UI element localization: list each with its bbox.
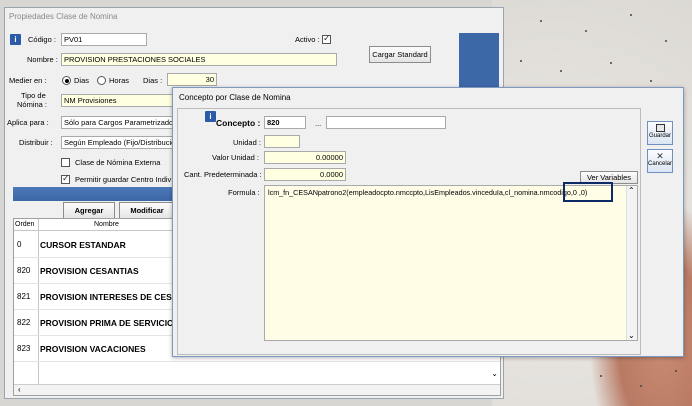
nombre-header[interactable]: Nombre <box>94 221 119 228</box>
nombre-field[interactable]: PROVISION PRESTACIONES SOCIALES <box>61 53 337 66</box>
background-dot <box>640 385 642 387</box>
row-nombre: CURSOR ESTANDAR <box>40 240 126 250</box>
background-dot <box>585 30 587 32</box>
row-nombre: PROVISION INTERESES DE CES <box>40 292 172 302</box>
horas-radio[interactable] <box>97 75 106 85</box>
background-dot <box>600 375 602 377</box>
dias-option-label: Dias <box>74 76 90 85</box>
medir-label: Medier en : <box>9 76 47 85</box>
info-icon: i <box>205 111 216 122</box>
background-dot <box>675 370 677 372</box>
scroll-down-icon[interactable]: ⌄ <box>491 369 498 378</box>
formula-scrollbar[interactable]: ⌃ ⌄ <box>626 186 637 340</box>
activo-checkbox[interactable] <box>322 33 331 44</box>
clase-externa-checkbox[interactable] <box>61 157 70 167</box>
horas-option-label: Horas <box>109 76 130 85</box>
permitir-checkbox[interactable] <box>61 173 70 184</box>
modificar-button[interactable]: Modificar <box>119 202 175 219</box>
row-orden: 822 <box>17 318 31 327</box>
valor-unidad-field[interactable]: 0.00000 <box>264 151 346 164</box>
concepto-label: Concepto : <box>216 118 261 128</box>
aplica-field[interactable]: Sólo para Cargos Parametrizados <box>61 116 173 129</box>
cant-predeterminada-label: Cant. Predeterminada : <box>184 170 262 179</box>
row-nombre: PROVISION VACACIONES <box>40 344 146 354</box>
scroll-down-icon[interactable]: ⌄ <box>628 331 635 340</box>
background-dot <box>540 20 542 22</box>
background-dot <box>560 70 562 72</box>
row-orden: 821 <box>17 292 31 301</box>
dias-field[interactable]: 30 <box>167 73 217 86</box>
distribuir-label: Distribuir : <box>19 138 53 147</box>
concepto-panel: i Concepto : 820 ... Unidad : Valor Unid… <box>177 108 641 355</box>
background-dot <box>520 60 522 62</box>
dias-value-label: Dias : <box>143 76 163 85</box>
concepto-field[interactable]: 820 <box>264 116 306 129</box>
row-nombre: PROVISION CESANTIAS <box>40 266 139 276</box>
row-orden: 0 <box>17 240 22 249</box>
cancelar-label: Cancelar <box>648 161 673 167</box>
distribuir-field[interactable]: Según Empleado (Fijo/Distribución) <box>61 136 173 149</box>
background-dot <box>630 14 632 16</box>
cant-predeterminada-field[interactable]: 0.0000 <box>264 168 346 181</box>
formula-label: Formula : <box>228 188 260 197</box>
orden-header[interactable]: Orden <box>15 221 34 228</box>
scroll-left-icon[interactable]: ‹ <box>18 385 21 394</box>
formula-textarea[interactable]: lcm_fn_CESANpatrono2(empleadocpto.nmccpt… <box>264 185 638 341</box>
valor-unidad-label: Valor Unidad : <box>212 153 259 162</box>
concepto-description-field[interactable] <box>326 116 446 129</box>
side-panel <box>459 33 499 93</box>
permitir-label: Permitir guardar Centro Indiv <box>75 175 172 184</box>
codigo-label: Código : <box>28 35 56 44</box>
row-nombre: PROVISION PRIMA DE SERVICIO <box>40 318 174 328</box>
window-title: Propiedades Clase de Nomina <box>5 8 503 26</box>
horizontal-scrollbar[interactable]: ‹ <box>14 384 500 395</box>
dialog-title: Concepto por Clase de Nomina <box>173 88 683 108</box>
codigo-field[interactable]: PV01 <box>61 33 147 46</box>
tipo-nomina-field[interactable]: NM Provisiones <box>61 94 173 107</box>
activo-label: Activo : <box>295 35 320 44</box>
highlight-box <box>563 182 613 202</box>
formula-text: lcm_fn_CESANpatrono2(empleadocpto.nmccpt… <box>268 188 588 197</box>
clase-externa-label: Clase de Nómina Externa <box>75 158 161 167</box>
unidad-label: Unidad : <box>233 138 261 147</box>
cancel-icon: ✕ <box>656 151 664 161</box>
info-icon: i <box>10 34 21 45</box>
background-dot <box>650 80 652 82</box>
scroll-up-icon[interactable]: ⌃ <box>628 186 635 195</box>
cancelar-button[interactable]: ✕ Cancelar <box>647 149 673 173</box>
unidad-field[interactable] <box>264 135 300 148</box>
cargar-standard-button[interactable]: Cargar Standard <box>369 46 431 63</box>
dias-radio[interactable] <box>62 75 71 85</box>
tipo-label-2: Nómina : <box>17 100 48 109</box>
concepto-dialog: Concepto por Clase de Nomina i Concepto … <box>172 87 684 357</box>
tipo-label-1: Tipo de <box>21 91 46 100</box>
aplica-label: Aplica para : <box>7 118 49 127</box>
concepto-lookup-button[interactable]: ... <box>315 119 321 128</box>
save-icon <box>655 124 665 132</box>
background-dot <box>610 62 612 64</box>
nombre-label: Nombre : <box>27 55 58 64</box>
guardar-label: Guardar <box>648 133 671 139</box>
agregar-button[interactable]: Agregar <box>63 202 115 219</box>
guardar-button[interactable]: Guardar <box>647 121 673 145</box>
row-orden: 820 <box>17 266 31 275</box>
background-dot <box>665 40 667 42</box>
row-orden: 823 <box>17 344 31 353</box>
